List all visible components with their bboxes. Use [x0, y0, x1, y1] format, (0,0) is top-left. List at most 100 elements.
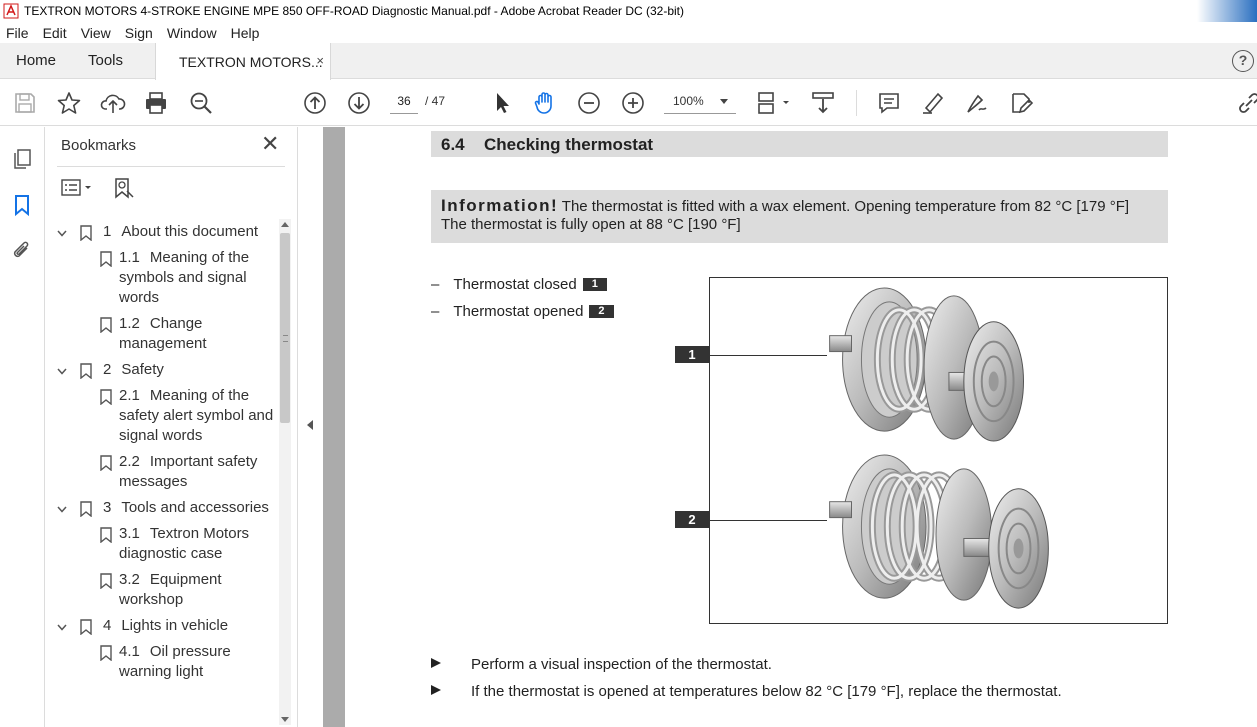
zoom-out-icon[interactable] — [576, 90, 602, 116]
bookmark-item[interactable]: 1 About this document — [45, 222, 275, 242]
bookmark-text: safety alert symbol and — [119, 407, 274, 424]
thermostat-closed-drawing — [829, 287, 1025, 442]
bookmark-item[interactable]: 2 Safety — [45, 360, 275, 380]
save-icon[interactable] — [12, 90, 38, 116]
window-title: TEXTRON MOTORS 4-STROKE ENGINE MPE 850 O… — [24, 4, 684, 18]
sign-icon[interactable] — [964, 90, 990, 116]
bookmark-number: 3 — [103, 499, 112, 516]
document-viewport[interactable]: 6.4 Checking thermostat Information! The… — [323, 127, 1257, 727]
bookmark-item[interactable]: 4 Lights in vehicle — [45, 616, 275, 636]
current-page-input[interactable]: 36 — [390, 88, 418, 114]
chevron-down-icon[interactable] — [57, 506, 67, 513]
hand-icon[interactable] — [532, 90, 558, 116]
bookmark-text: words — [119, 289, 160, 306]
menu-help[interactable]: Help — [231, 25, 260, 41]
scroll-mode-icon[interactable] — [810, 90, 836, 116]
chevron-down-icon[interactable] — [57, 624, 67, 631]
edit-pdf-icon[interactable] — [1008, 90, 1034, 116]
action-step: Perform a visual inspection of the therm… — [431, 656, 772, 673]
tab-close-icon[interactable]: × — [316, 53, 324, 68]
menu-file[interactable]: File — [6, 25, 29, 41]
print-icon[interactable] — [143, 90, 169, 116]
bookmark-text: diagnostic case — [119, 545, 223, 562]
action-text: Perform a visual inspection of the therm… — [471, 656, 772, 673]
legend-item: – Thermostat opened 2 — [431, 303, 614, 320]
bookmark-number: 2.2 — [119, 453, 140, 470]
tab-document-label: TEXTRON MOTORS... — [179, 53, 323, 70]
upload-icon[interactable] — [100, 90, 126, 116]
bookmark-label: 4 Lights in vehicle — [103, 616, 228, 636]
comment-icon[interactable] — [876, 90, 902, 116]
page-layout-icon[interactable] — [755, 90, 791, 116]
panel-collapse-handle[interactable] — [297, 127, 323, 727]
section-number: 6.4 — [441, 135, 465, 154]
share-link-icon[interactable] — [1236, 90, 1257, 116]
list-dash: – — [431, 303, 440, 320]
bookmark-options-icon[interactable] — [61, 177, 95, 199]
action-step: If the thermostat is opened at temperatu… — [431, 683, 1062, 700]
chevron-down-icon[interactable] — [57, 368, 67, 375]
bookmark-label: 1 About this document — [103, 222, 258, 242]
menu-view[interactable]: View — [81, 25, 111, 41]
title-bar: TEXTRON MOTORS 4-STROKE ENGINE MPE 850 O… — [0, 0, 1257, 22]
chevron-down-icon[interactable] — [720, 99, 728, 104]
bookmark-text: Tools and accessories — [121, 499, 269, 516]
bookmark-item[interactable]: 4.1 Oil pressure warning light — [45, 642, 275, 682]
menu-edit[interactable]: Edit — [43, 25, 67, 41]
bookmark-icon — [80, 225, 92, 241]
select-icon[interactable] — [489, 90, 515, 116]
chevron-down-icon[interactable] — [57, 230, 67, 237]
bookmark-item[interactable]: 1.1 Meaning of the symbols and signal words — [45, 248, 275, 308]
total-pages: / 47 — [425, 94, 446, 108]
bookmark-label: warning light — [119, 662, 203, 682]
action-arrow-icon — [431, 685, 441, 695]
highlight-icon[interactable] — [920, 90, 946, 116]
bookmark-item[interactable]: 2.1 Meaning of the safety alert symbol and… — [45, 386, 275, 446]
bookmarks-panel-icon[interactable] — [10, 193, 34, 217]
callout-2: 2 — [675, 511, 709, 528]
bookmark-text: Equipment — [149, 571, 222, 588]
callout-leader-line — [709, 520, 827, 521]
bookmark-item[interactable]: 3.2 Equipment workshop — [45, 570, 275, 610]
close-icon[interactable]: ✕ — [261, 133, 279, 155]
page-thumbnails-icon[interactable] — [10, 147, 34, 171]
tab-tools[interactable]: Tools — [88, 52, 123, 69]
bookmark-item[interactable]: 3.1 Textron Motors diagnostic case — [45, 524, 275, 564]
callout-1: 1 — [675, 346, 709, 363]
bookmark-text: About this document — [121, 223, 259, 240]
thermostat-opened-drawing — [829, 454, 1049, 609]
bookmark-icon — [100, 645, 113, 661]
scroll-down-icon[interactable] — [281, 717, 289, 722]
information-text-line1: The thermostat is fitted with a wax elem… — [561, 198, 1130, 215]
information-box: Information! The thermostat is fitted wi… — [431, 190, 1168, 243]
menu-sign[interactable]: Sign — [125, 25, 153, 41]
attachments-icon[interactable] — [10, 239, 34, 263]
bookmark-item[interactable]: 3 Tools and accessories — [45, 498, 275, 518]
bookmark-label: 3 Tools and accessories — [103, 498, 269, 518]
bookmark-number: 3.1 — [119, 525, 140, 542]
bookmarks-scrollbar[interactable] — [279, 219, 291, 725]
tab-document[interactable]: TEXTRON MOTORS... × — [155, 43, 331, 80]
collapse-arrow-icon[interactable] — [307, 420, 313, 430]
page-down-icon[interactable] — [346, 90, 372, 116]
toolbar: 36 / 47 100% — [0, 80, 1257, 126]
bookmark-item[interactable]: 1.2 Change management — [45, 314, 275, 354]
add-bookmark-icon[interactable] — [113, 177, 135, 199]
zoom-in-icon[interactable] — [620, 90, 646, 116]
star-icon[interactable] — [56, 90, 82, 116]
tab-home[interactable]: Home — [16, 52, 56, 69]
bookmark-text: Safety — [121, 361, 164, 378]
help-icon[interactable]: ? — [1232, 50, 1254, 72]
search-zoom-icon[interactable] — [188, 90, 214, 116]
bookmark-number: 3.2 — [119, 571, 140, 588]
bookmark-label: 3.2 Equipment — [119, 570, 222, 590]
bookmarks-tree: 1 About this document 1.1 Meaning of the sym… — [45, 222, 275, 727]
scroll-up-icon[interactable] — [281, 222, 289, 227]
page-up-icon[interactable] — [302, 90, 328, 116]
bookmark-text: management — [119, 335, 207, 352]
scrollbar-thumb[interactable] — [280, 233, 290, 423]
legend-badge: 1 — [582, 278, 607, 291]
menu-window[interactable]: Window — [167, 25, 217, 41]
bookmark-item[interactable]: 2.2 Important safety messages — [45, 452, 275, 492]
bookmark-icon — [80, 619, 92, 635]
